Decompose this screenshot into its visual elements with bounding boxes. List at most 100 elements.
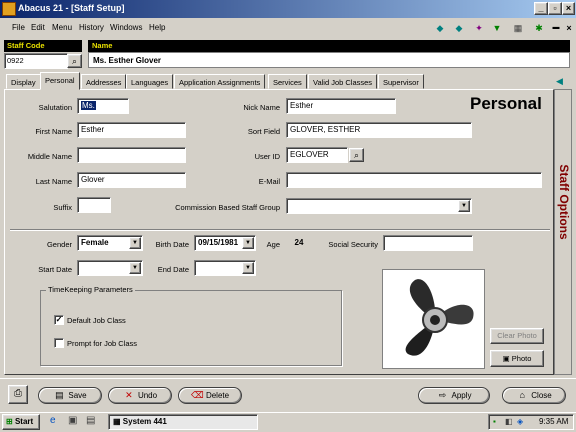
forward-arrow-icon[interactable]: ◆: [451, 21, 467, 36]
close-button[interactable]: ⌂ Close: [502, 387, 566, 404]
chevron-down-icon[interactable]: ▼: [242, 262, 254, 274]
user-id-lookup-button[interactable]: ⌕: [349, 148, 364, 162]
chevron-down-icon[interactable]: ▼: [129, 237, 141, 249]
menu-help[interactable]: Help: [149, 23, 165, 32]
salutation-value: Ms.: [81, 101, 96, 110]
restore-button[interactable]: ▫: [548, 2, 562, 15]
nick-name-label: Nick Name: [243, 103, 280, 112]
tab-application-assignments[interactable]: Application Assignments: [174, 74, 266, 89]
default-job-class-label: Default Job Class: [67, 316, 126, 325]
tools-icon[interactable]: ✦: [471, 21, 487, 36]
prompt-job-class-checkbox[interactable]: [54, 338, 64, 348]
last-name-label: Last Name: [35, 177, 72, 186]
middle-name-input[interactable]: [77, 147, 186, 163]
timekeeping-group: [40, 290, 342, 366]
browser-icon[interactable]: e: [50, 415, 64, 429]
tab-languages[interactable]: Languages: [126, 74, 174, 89]
email-input[interactable]: [286, 172, 542, 188]
gender-label: Gender: [46, 240, 72, 249]
app-task-icon: ▦: [113, 417, 121, 426]
run-icon[interactable]: ✱: [531, 21, 547, 36]
staff-name-display: Ms. Esther Glover: [88, 52, 570, 68]
menu-windows[interactable]: Windows: [110, 23, 142, 32]
tab-supervisor[interactable]: Supervisor: [378, 74, 424, 89]
save-button-label: Save: [68, 391, 87, 400]
magnifier-icon: ⌕: [71, 56, 78, 66]
staff-options-label: Staff Options: [557, 164, 571, 240]
down-arrow-icon[interactable]: ▼: [489, 21, 505, 36]
clock: 9:35 AM: [539, 417, 569, 426]
back-arrow-icon[interactable]: ◆: [432, 21, 448, 36]
tray-app-icon[interactable]: ◈: [517, 415, 523, 429]
menu-menu[interactable]: Menu: [52, 23, 72, 32]
salutation-input[interactable]: Ms.: [77, 98, 129, 114]
menu-edit[interactable]: Edit: [31, 23, 45, 32]
close-window-button[interactable]: ×: [562, 2, 575, 15]
user-id-label: User ID: [254, 152, 280, 161]
menu-history[interactable]: History: [79, 23, 104, 32]
last-name-input[interactable]: Glover: [77, 172, 186, 188]
staff-options-panel[interactable]: Staff Options: [554, 89, 572, 375]
gender-value: Female: [81, 238, 109, 247]
clear-photo-button[interactable]: Clear Photo: [490, 328, 544, 344]
tab-personal[interactable]: Personal: [40, 72, 80, 90]
tab-display[interactable]: Display: [6, 74, 41, 89]
photo-button[interactable]: ▣ Photo: [490, 350, 544, 367]
divider: [10, 229, 550, 231]
save-icon: ▤: [55, 390, 64, 400]
start-date-select[interactable]: ▼: [77, 260, 143, 276]
title-bar[interactable]: Abacus 21 - [Staff Setup]: [0, 0, 576, 18]
tab-addresses[interactable]: Addresses: [81, 74, 127, 89]
gender-select[interactable]: Female ▼: [77, 235, 143, 251]
suffix-input[interactable]: [77, 197, 111, 213]
staff-code-input[interactable]: 0922: [4, 53, 68, 69]
quicklaunch-icon[interactable]: ▤: [86, 415, 100, 429]
first-name-label: First Name: [35, 127, 72, 136]
chevron-down-icon[interactable]: ▼: [129, 262, 141, 274]
tab-services[interactable]: Services: [268, 74, 307, 89]
calculator-icon[interactable]: ▦: [510, 21, 526, 36]
close-door-icon: ⌂: [519, 390, 525, 400]
tab-valid-job-classes[interactable]: Valid Job Classes: [308, 74, 378, 89]
magnifier-icon: ⌕: [353, 150, 360, 160]
staff-photo: [382, 269, 485, 369]
photo-button-label: Photo: [511, 354, 532, 363]
prompt-job-class-label: Prompt for Job Class: [67, 339, 138, 348]
menu-file[interactable]: File: [12, 23, 25, 32]
start-date-label: Start Date: [38, 265, 72, 274]
sort-field-input[interactable]: GLOVER, ESTHER: [286, 122, 472, 138]
nick-name-input[interactable]: Esther: [286, 98, 396, 114]
timekeeping-legend: TimeKeeping Parameters: [46, 285, 135, 294]
commission-group-select[interactable]: ▼: [286, 198, 472, 214]
first-name-input[interactable]: Esther: [77, 122, 186, 138]
start-button[interactable]: ⊞ Start: [2, 414, 40, 430]
minimize-button[interactable]: _: [534, 2, 548, 15]
print-icon[interactable]: ⎙: [8, 385, 28, 404]
undo-button[interactable]: ✕ Undo: [108, 387, 172, 404]
birth-date-value: 09/15/1981: [198, 238, 239, 247]
apply-button[interactable]: ⇨ Apply: [418, 387, 490, 404]
social-security-input[interactable]: [383, 235, 473, 251]
tab-scroll-arrow-icon[interactable]: ◀: [556, 76, 568, 88]
salutation-label: Salutation: [38, 103, 72, 112]
desktop-icon[interactable]: ▣: [68, 415, 82, 429]
mdi-close-button[interactable]: ×: [561, 21, 576, 36]
start-label: Start: [14, 417, 34, 426]
user-id-input[interactable]: EGLOVER: [286, 147, 348, 163]
close-button-label: Close: [531, 391, 552, 400]
staff-code-lookup-button[interactable]: ⌕: [67, 54, 82, 68]
propeller-image: [405, 279, 474, 356]
default-job-class-checkbox[interactable]: ✓: [54, 315, 64, 325]
end-date-select[interactable]: ▼: [194, 260, 256, 276]
section-title: Personal: [470, 94, 542, 113]
delete-button[interactable]: ⌫ Delete: [178, 387, 242, 404]
birth-date-label: Birth Date: [155, 240, 189, 249]
birth-date-select[interactable]: 09/15/1981 ▼: [194, 235, 256, 251]
commission-group-label: Commission Based Staff Group: [175, 203, 280, 212]
network-icon[interactable]: ▪: [493, 415, 496, 429]
taskbar-task-system-441[interactable]: ▦ System 441: [108, 414, 258, 430]
chevron-down-icon[interactable]: ▼: [458, 200, 470, 212]
chevron-down-icon[interactable]: ▼: [242, 237, 254, 249]
volume-icon[interactable]: ◧: [505, 415, 513, 429]
save-button[interactable]: ▤ Save: [38, 387, 102, 404]
